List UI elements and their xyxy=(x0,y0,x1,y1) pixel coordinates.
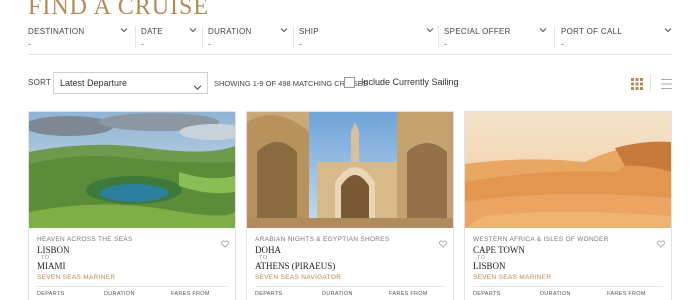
cruise-region: ARABIAN NIGHTS & EGYPTIAN SHORES xyxy=(255,236,390,243)
view-toggle-divider xyxy=(650,74,651,92)
cruise-image-crater-lake[interactable] xyxy=(29,112,235,228)
chevron-down-icon xyxy=(539,26,547,34)
filter-label: DURATION xyxy=(208,27,252,36)
filter-duration[interactable]: DURATION - xyxy=(208,23,288,51)
favorite-heart-icon[interactable] xyxy=(439,235,447,253)
filter-value: - xyxy=(444,39,447,49)
cruise-ship[interactable]: SEVEN SEAS MARINER xyxy=(37,274,115,281)
filter-label: DESTINATION xyxy=(28,27,85,36)
cruise-image-desert[interactable] xyxy=(465,112,671,228)
list-view-icon[interactable] xyxy=(661,77,672,95)
cruise-image-mosque[interactable] xyxy=(247,112,453,228)
filter-divider xyxy=(202,26,203,48)
card-divider xyxy=(473,286,663,287)
filter-value: - xyxy=(561,39,564,49)
filter-divider xyxy=(554,26,555,48)
cruise-destination: LISBON xyxy=(473,261,506,271)
chevron-down-icon xyxy=(280,26,288,34)
filter-divider xyxy=(293,26,294,48)
filter-value: - xyxy=(299,39,302,49)
cruise-card[interactable]: WESTERN AFRICA & ISLES OF WONDER CAPE TO… xyxy=(464,111,672,300)
filter-bar: DESTINATION - DATE - DURATION - SHIP - S… xyxy=(28,23,672,55)
fares-from-label: FARES FROM xyxy=(607,291,646,297)
filter-port-of-call[interactable]: PORT OF CALL - xyxy=(561,23,672,51)
cruise-origin: LISBON xyxy=(37,245,70,255)
chevron-down-icon xyxy=(426,26,434,34)
departs-label: DEPARTS xyxy=(37,291,65,297)
page-title: FIND A CRUISE xyxy=(28,0,210,20)
include-sailing-label[interactable]: Include Currently Sailing xyxy=(361,77,459,87)
grid-view-icon[interactable] xyxy=(631,77,643,95)
card-divider xyxy=(37,286,227,287)
filter-ship[interactable]: SHIP - xyxy=(299,23,434,51)
filter-divider xyxy=(135,26,136,48)
cruise-destination: ATHENS (PIRAEUS) xyxy=(255,261,336,271)
filter-label: DATE xyxy=(141,27,163,36)
chevron-down-icon xyxy=(664,26,672,34)
filter-date[interactable]: DATE - xyxy=(141,23,197,51)
fares-from-label: FARES FROM xyxy=(171,291,210,297)
chevron-down-icon xyxy=(193,79,202,97)
filter-special-offer[interactable]: SPECIAL OFFER - xyxy=(444,23,547,51)
duration-label: DURATION xyxy=(104,291,135,297)
filter-label: SHIP xyxy=(299,27,319,36)
cruise-origin: CAPE TOWN xyxy=(473,245,525,255)
cruise-ship[interactable]: SEVEN SEAS NAVIGATOR xyxy=(255,274,341,281)
filter-divider xyxy=(438,26,439,48)
filter-value: - xyxy=(28,39,31,49)
cruise-card[interactable]: HEAVEN ACROSS THE SEAS LISBON TO MIAMI S… xyxy=(28,111,236,300)
duration-label: DURATION xyxy=(322,291,353,297)
sort-select[interactable]: Latest Departure xyxy=(53,72,208,94)
cruise-destination: MIAMI xyxy=(37,261,66,271)
favorite-heart-icon[interactable] xyxy=(657,235,665,253)
card-divider xyxy=(255,286,445,287)
filter-destination[interactable]: DESTINATION - xyxy=(28,23,128,51)
cruise-origin: DOHA xyxy=(255,245,281,255)
filter-label: SPECIAL OFFER xyxy=(444,27,511,36)
fares-from-label: FARES FROM xyxy=(389,291,428,297)
filter-label: PORT OF CALL xyxy=(561,27,623,36)
filter-value: - xyxy=(141,39,144,49)
chevron-down-icon xyxy=(189,26,197,34)
sort-selected-value: Latest Departure xyxy=(60,78,128,88)
departs-label: DEPARTS xyxy=(255,291,283,297)
duration-label: DURATION xyxy=(540,291,571,297)
cruise-card[interactable]: ARABIAN NIGHTS & EGYPTIAN SHORES DOHA TO… xyxy=(246,111,454,300)
cruise-ship[interactable]: SEVEN SEAS MARINER xyxy=(473,274,551,281)
cruise-region: HEAVEN ACROSS THE SEAS xyxy=(37,236,133,243)
sort-bar: SORT Latest Departure SHOWING 1-9 OF 498… xyxy=(28,72,672,94)
cruise-region: WESTERN AFRICA & ISLES OF WONDER xyxy=(473,236,609,243)
filter-value: - xyxy=(208,39,211,49)
chevron-down-icon xyxy=(120,26,128,34)
include-sailing-checkbox[interactable] xyxy=(344,77,355,88)
departs-label: DEPARTS xyxy=(473,291,501,297)
sort-label: SORT xyxy=(28,78,52,87)
favorite-heart-icon[interactable] xyxy=(221,235,229,253)
